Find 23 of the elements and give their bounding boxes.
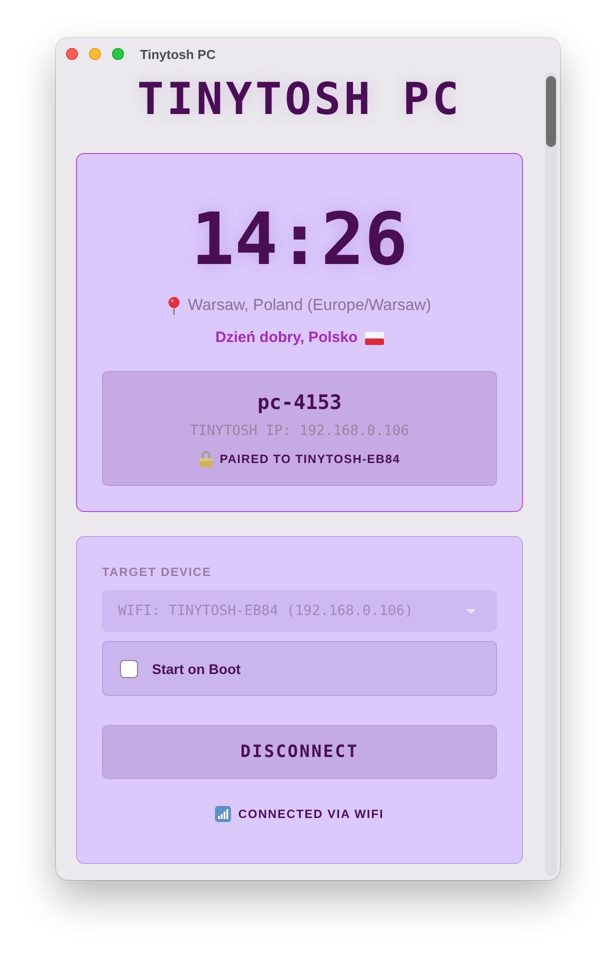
pairing-status: PAIRED TO TINYTOSH-EB84 (220, 451, 400, 467)
padlock-icon (198, 451, 213, 467)
checkbox-label: Start on Boot (152, 660, 241, 676)
start-on-boot-option[interactable]: Start on Boot (102, 641, 497, 696)
connection-status: CONNECTED VIA WIFI (238, 806, 384, 822)
window-title: Tinytosh PC (140, 46, 216, 62)
scrollbar-thumb[interactable] (546, 76, 556, 147)
location-text: Warsaw, Poland (Europe/Warsaw) (188, 296, 432, 316)
checkbox[interactable] (120, 660, 138, 678)
scrollbar-track[interactable] (545, 72, 557, 876)
pin-icon (168, 297, 180, 315)
field-label: TARGET DEVICE (102, 564, 212, 580)
close-button[interactable] (66, 48, 78, 60)
device-ip: TINYTOSH IP: 192.168.0.106 (190, 423, 410, 439)
signal-bars-icon (215, 806, 232, 822)
greeting-text: Dzień dobry, Polsko (215, 328, 358, 348)
device-name: pc-4153 (257, 389, 342, 415)
app-title: TINYTOSH PC (136, 73, 463, 127)
zoom-button[interactable] (112, 48, 124, 60)
disconnect-button[interactable]: DISCONNECT (102, 725, 497, 779)
dropdown-caret-icon (466, 608, 476, 614)
flag-icon (364, 332, 384, 344)
clock-time: 14:26 (190, 199, 409, 279)
